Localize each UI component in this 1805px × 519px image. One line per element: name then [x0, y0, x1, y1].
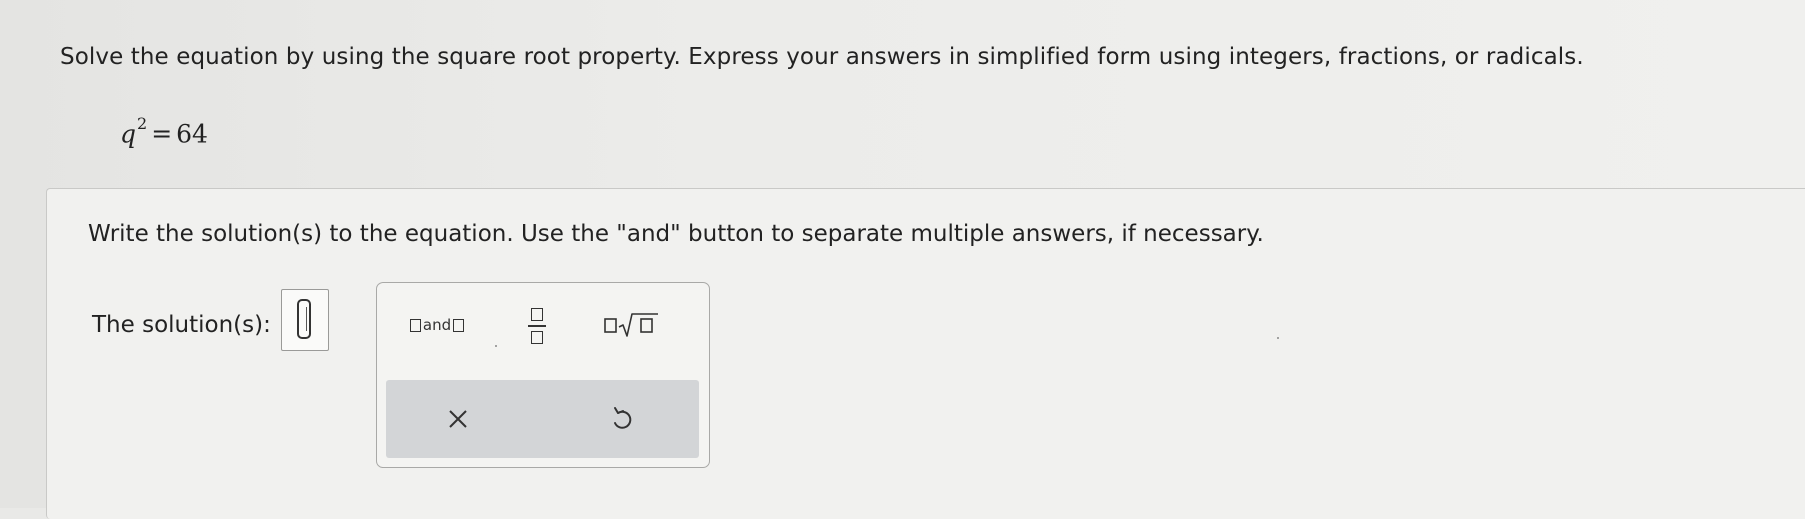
clear-button[interactable] [426, 392, 490, 446]
fraction-numerator-box [531, 308, 543, 321]
action-bar [386, 380, 699, 458]
stray-dot [495, 345, 497, 347]
equation-exponent: 2 [137, 114, 148, 133]
and-button[interactable]: and [403, 307, 471, 343]
equation-variable: q [120, 119, 137, 149]
answer-prompt: Write the solution(s) to the equation. U… [88, 221, 1264, 247]
solution-input[interactable] [281, 289, 329, 351]
fraction-denominator-box [531, 331, 543, 344]
equation-operator: = [151, 119, 173, 149]
question-instructions: Solve the equation by using the square r… [60, 44, 1584, 70]
text-cursor [306, 307, 307, 331]
fraction-bar [528, 325, 546, 327]
undo-button[interactable] [590, 392, 654, 446]
undo-icon [614, 407, 632, 429]
clear-x-icon [449, 410, 467, 428]
and-right-box [453, 318, 465, 332]
math-palette: and [376, 282, 710, 468]
and-label: and [422, 316, 452, 334]
page: Solve the equation by using the square r… [0, 0, 1805, 519]
stray-dot [1277, 337, 1279, 339]
fraction-button[interactable] [515, 301, 559, 351]
radical-template-icon [604, 313, 658, 337]
and-left-box [409, 318, 421, 332]
and-template-icon: and [409, 316, 465, 334]
input-placeholder-box [297, 299, 311, 339]
solution-label: The solution(s): [92, 312, 271, 338]
equation: q2 = 64 [120, 114, 208, 149]
radical-button[interactable] [599, 305, 665, 345]
equation-rhs: 64 [176, 119, 208, 149]
